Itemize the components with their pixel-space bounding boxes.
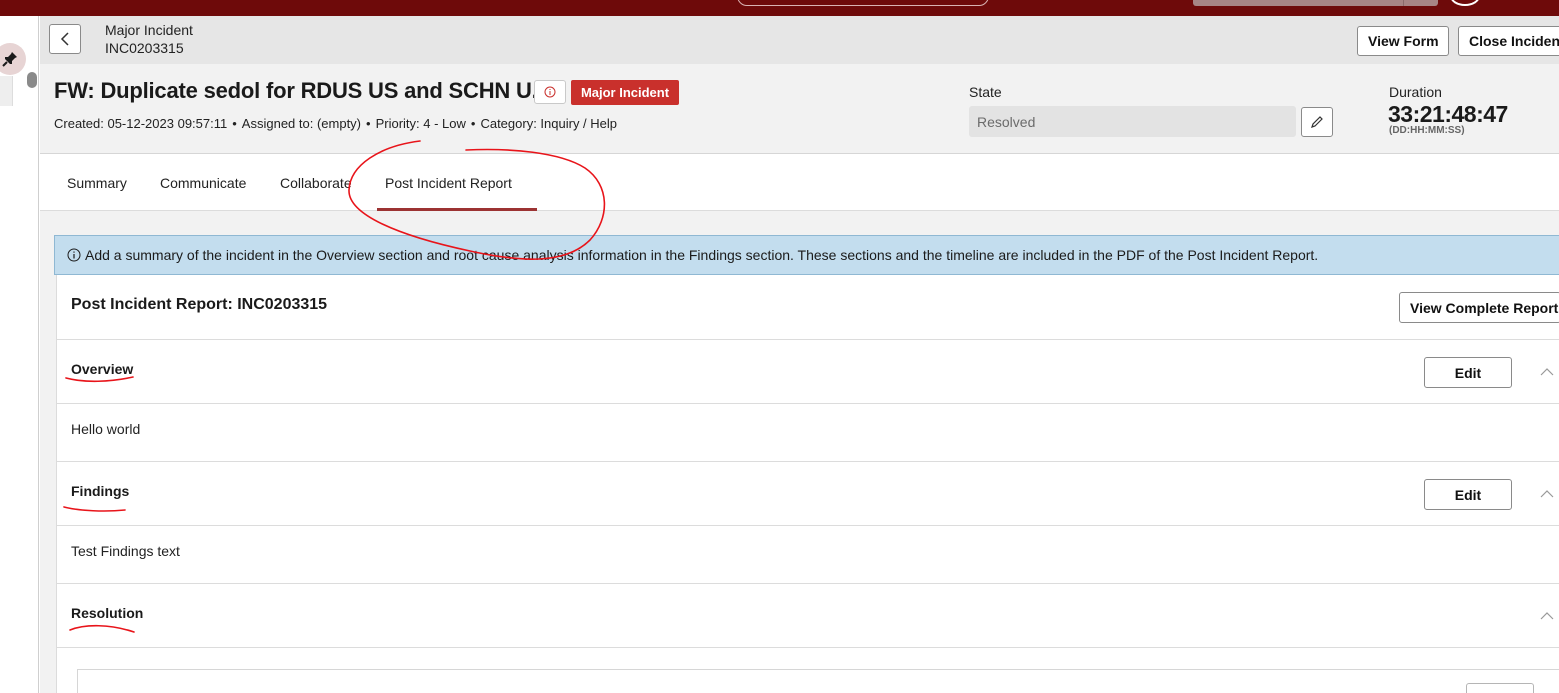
search-divider <box>1403 0 1404 6</box>
meta-separator: • <box>366 116 371 131</box>
category: Category: Inquiry / Help <box>480 116 618 131</box>
tab-collaborate[interactable]: Collaborate <box>280 175 352 191</box>
nav-pill-button[interactable] <box>737 0 989 6</box>
created-date: Created: 05-12-2023 09:57:11 <box>54 116 228 131</box>
post-incident-report-card: Post Incident Report: INC0203315 View Co… <box>56 275 1559 693</box>
pencil-icon <box>1311 116 1323 128</box>
chevron-up-icon[interactable] <box>1540 611 1554 621</box>
priority: Priority: 4 - Low <box>375 116 466 131</box>
duration-format: (DD:HH:MM:SS) <box>1389 125 1465 136</box>
tab-post-incident-report[interactable]: Post Incident Report <box>385 175 512 191</box>
incident-meta: Created: 05-12-2023 09:57:11 • Assigned to… <box>54 116 617 131</box>
assigned-to: Assigned to: (empty) <box>241 116 362 131</box>
tab-communicate[interactable]: Communicate <box>160 175 246 191</box>
tab-summary[interactable]: Summary <box>67 175 127 191</box>
record-number: INC0203315 <box>105 40 184 56</box>
divider <box>57 403 1559 404</box>
duration-label: Duration <box>1389 84 1442 100</box>
view-complete-report-button[interactable]: View Complete Report <box>1399 292 1559 323</box>
rail-scrollbar[interactable] <box>27 72 37 88</box>
divider <box>57 461 1559 462</box>
incident-summary: FW: Duplicate sedol for RDUS US and SCHN… <box>40 64 1559 154</box>
meta-separator: • <box>470 116 476 131</box>
incident-tabs: Summary Communicate Collaborate Post Inc… <box>40 155 1559 211</box>
resolution-editor[interactable] <box>77 669 1559 693</box>
global-search-input[interactable] <box>1193 0 1438 6</box>
user-avatar-icon[interactable] <box>1450 0 1480 6</box>
incident-title: FW: Duplicate sedol for RDUS US and SCHN… <box>54 78 550 103</box>
chevron-left-icon <box>60 32 69 46</box>
overview-edit-button[interactable]: Edit <box>1424 357 1512 388</box>
record-header: Major Incident INC0203315 View Form Clos… <box>40 16 1559 64</box>
close-incident-button[interactable]: Close Incident <box>1458 26 1559 56</box>
state-field: Resolved <box>969 106 1296 137</box>
info-notice: Add a summary of the incident in the Ove… <box>54 235 1559 275</box>
rail-panel-tab[interactable] <box>0 76 13 106</box>
divider <box>57 583 1559 584</box>
view-form-button[interactable]: View Form <box>1357 26 1449 56</box>
divider <box>57 339 1559 340</box>
top-navigation-bar <box>0 0 1559 16</box>
divider <box>57 525 1559 526</box>
resolution-action-button[interactable] <box>1466 683 1534 693</box>
pin-icon[interactable] <box>0 43 26 75</box>
notice-text: Add a summary of the incident in the Ove… <box>85 247 1319 263</box>
meta-separator: • <box>232 116 237 131</box>
findings-text: Test Findings text <box>71 543 180 559</box>
overview-text: Hello world <box>71 421 141 437</box>
info-circle-icon <box>67 248 81 262</box>
back-button[interactable] <box>49 24 81 54</box>
overview-section-title: Overview <box>71 361 134 377</box>
info-icon[interactable] <box>534 80 566 104</box>
chevron-up-icon[interactable] <box>1540 367 1554 377</box>
divider <box>57 647 1559 648</box>
report-title: Post Incident Report: INC0203315 <box>71 296 328 313</box>
major-incident-badge: Major Incident <box>571 80 679 105</box>
resolution-section-title: Resolution <box>71 605 144 621</box>
findings-section-title: Findings <box>71 483 130 499</box>
left-rail <box>0 16 39 693</box>
duration-value: 33:21:48:47 <box>1388 101 1508 127</box>
tab-content: Add a summary of the incident in the Ove… <box>40 211 1559 693</box>
record-type: Major Incident <box>105 22 193 38</box>
state-label: State <box>969 84 1002 100</box>
findings-edit-button[interactable]: Edit <box>1424 479 1512 510</box>
chevron-up-icon[interactable] <box>1540 489 1554 499</box>
edit-state-button[interactable] <box>1301 107 1333 137</box>
